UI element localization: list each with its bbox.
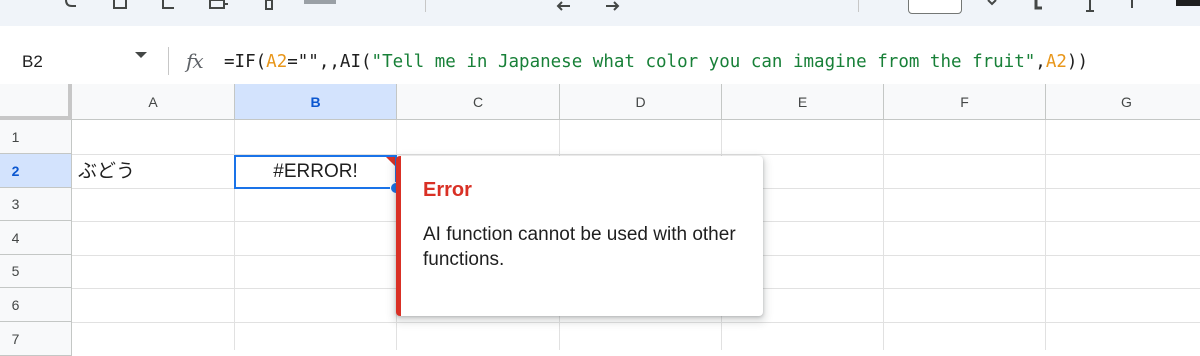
name-box-value: B2 (22, 52, 43, 71)
row-header-4[interactable]: 4 (0, 221, 72, 255)
row-number: 2 (11, 163, 20, 179)
error-indicator-icon (386, 157, 395, 166)
toolbar-divider (858, 0, 859, 12)
row-header-6[interactable]: 6 (0, 288, 72, 322)
column-header-b[interactable]: B (235, 84, 397, 120)
active-cell-border (234, 155, 397, 189)
column-header-d[interactable]: D (560, 84, 722, 120)
row-number: 4 (11, 230, 20, 246)
increase-decimal-icon[interactable] (604, 0, 620, 14)
formula-cell-ref: A2 (266, 52, 288, 72)
bold-icon[interactable] (1034, 0, 1048, 14)
column-header-a[interactable]: A (72, 84, 235, 120)
strikethrough-icon[interactable] (1128, 0, 1140, 14)
formula-bar-divider (168, 47, 169, 75)
row-header-1[interactable]: 1 (0, 120, 72, 154)
row-number: 3 (11, 196, 20, 212)
formula-text: =IF( (224, 52, 267, 72)
redo-icon[interactable] (64, 0, 78, 14)
formula-string: "Tell me in Japanese what color you can … (371, 52, 1036, 72)
text-color-icon[interactable] (1176, 0, 1200, 6)
paint-format-icon[interactable] (208, 0, 230, 14)
error-title: Error (423, 179, 472, 201)
formula-text: )) (1066, 52, 1088, 72)
fx-icon: fx (186, 49, 204, 73)
error-message: AI function cannot be used with other fu… (423, 224, 736, 270)
name-box-dropdown-icon[interactable] (135, 52, 147, 58)
column-header-g[interactable]: G (1046, 84, 1200, 120)
print-icon[interactable] (160, 0, 176, 14)
formula-cell-ref: A2 (1045, 52, 1067, 72)
column-header-e[interactable]: E (722, 84, 884, 120)
zoom-control[interactable] (264, 0, 384, 14)
column-header-c[interactable]: C (397, 84, 560, 120)
cell-a2[interactable]: ぶどう (78, 160, 135, 184)
italic-icon[interactable] (1084, 0, 1096, 14)
grid-line (72, 322, 1200, 323)
row-header-3[interactable]: 3 (0, 188, 72, 221)
row-number: 5 (11, 263, 20, 279)
undo-icon[interactable] (112, 0, 128, 14)
row-number: 6 (11, 297, 20, 313)
increase-font-size-icon[interactable] (986, 0, 998, 14)
toolbar-divider (425, 0, 426, 12)
formula-input[interactable]: =IF(A2="",,AI("Tell me in Japanese what … (224, 51, 1088, 73)
toolbar (0, 0, 1200, 26)
row-number: 7 (11, 331, 20, 347)
formula-text: , (1035, 52, 1046, 72)
row-header-5[interactable]: 5 (0, 255, 72, 288)
row-header-2[interactable]: 2 (0, 154, 72, 188)
row-header-7[interactable]: 7 (0, 322, 72, 356)
decrease-decimal-icon[interactable] (556, 0, 572, 14)
select-all-corner[interactable] (0, 84, 72, 120)
font-size-input[interactable] (908, 0, 962, 14)
row-number: 1 (11, 129, 20, 145)
formula-text: ="",,AI( (287, 52, 372, 72)
column-header-f[interactable]: F (884, 84, 1046, 120)
error-popup: Error AI function cannot be used with ot… (396, 156, 763, 316)
